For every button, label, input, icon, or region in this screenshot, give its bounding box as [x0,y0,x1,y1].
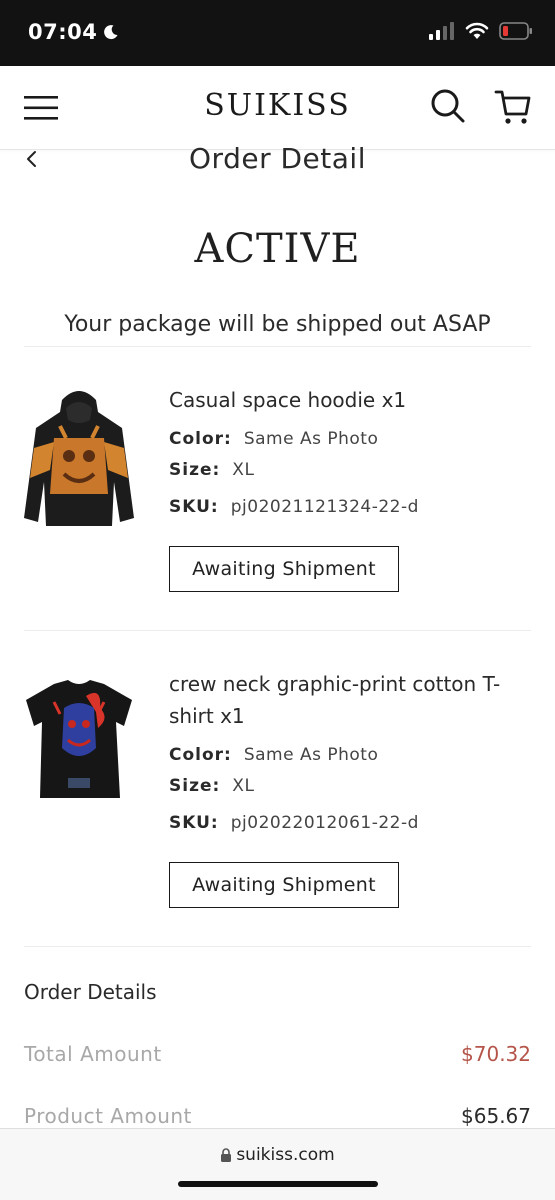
item-size: Size: XL [169,460,254,480]
product-amount-label: Product Amount [24,1104,192,1128]
browser-bar: suikiss.com [0,1128,555,1200]
divider [24,346,531,347]
cart-button[interactable] [494,88,532,126]
search-button[interactable] [430,88,466,124]
cellular-icon [429,22,454,40]
divider [24,630,531,631]
item-sku: SKU: pj02021121324-22-d [169,497,419,517]
brand-logo[interactable]: SUIKISS [0,88,555,123]
divider [24,946,531,947]
size-value: XL [232,776,255,796]
address-bar[interactable]: suikiss.com [0,1145,555,1165]
clock-text: 07:04 [28,20,98,44]
awaiting-shipment-button[interactable]: Awaiting Shipment [169,546,399,592]
status-bar: 07:04 [0,0,555,66]
home-indicator[interactable] [178,1181,378,1187]
item-size: Size: XL [169,776,254,796]
size-value: XL [232,460,255,480]
url-text: suikiss.com [236,1145,335,1165]
hoodie-image[interactable] [24,386,134,526]
item-color: Color: Same As Photo [169,745,378,765]
sku-value: pj02022012061-22-d [230,813,419,833]
color-label: Color: [169,429,232,449]
order-status: ACTIVE [194,226,361,272]
moon-icon [104,25,118,40]
color-value: Same As Photo [243,745,379,765]
battery-icon [499,22,532,40]
item-color: Color: Same As Photo [169,429,378,449]
order-details-heading: Order Details [24,980,157,1004]
size-label: Size: [169,460,221,480]
sku-label: SKU: [169,497,219,517]
wifi-icon [465,22,489,39]
total-amount-label: Total Amount [24,1042,162,1066]
item-name[interactable]: Casual space hoodie x1 [169,384,529,416]
item-sku: SKU: pj02022012061-22-d [169,813,419,833]
color-label: Color: [169,745,232,765]
status-time: 07:04 [28,20,119,44]
lock-icon [221,1148,232,1162]
total-amount-value: $70.32 [461,1042,531,1066]
status-message: Your package will be shipped out ASAP [64,312,491,337]
site-header: SUIKISS [0,66,555,150]
size-label: Size: [169,776,221,796]
cart-icon [494,90,531,124]
color-value: Same As Photo [243,429,379,449]
tshirt-image[interactable] [24,678,134,800]
sku-value: pj02021121324-22-d [230,497,419,517]
search-icon [431,89,465,123]
product-amount-value: $65.67 [461,1104,531,1128]
item-name[interactable]: crew neck graphic-print cotton T-shirt x… [169,668,529,732]
page-title: Order Detail [189,142,366,175]
sku-label: SKU: [169,813,219,833]
status-indicators [429,22,533,40]
awaiting-shipment-button[interactable]: Awaiting Shipment [169,862,399,908]
